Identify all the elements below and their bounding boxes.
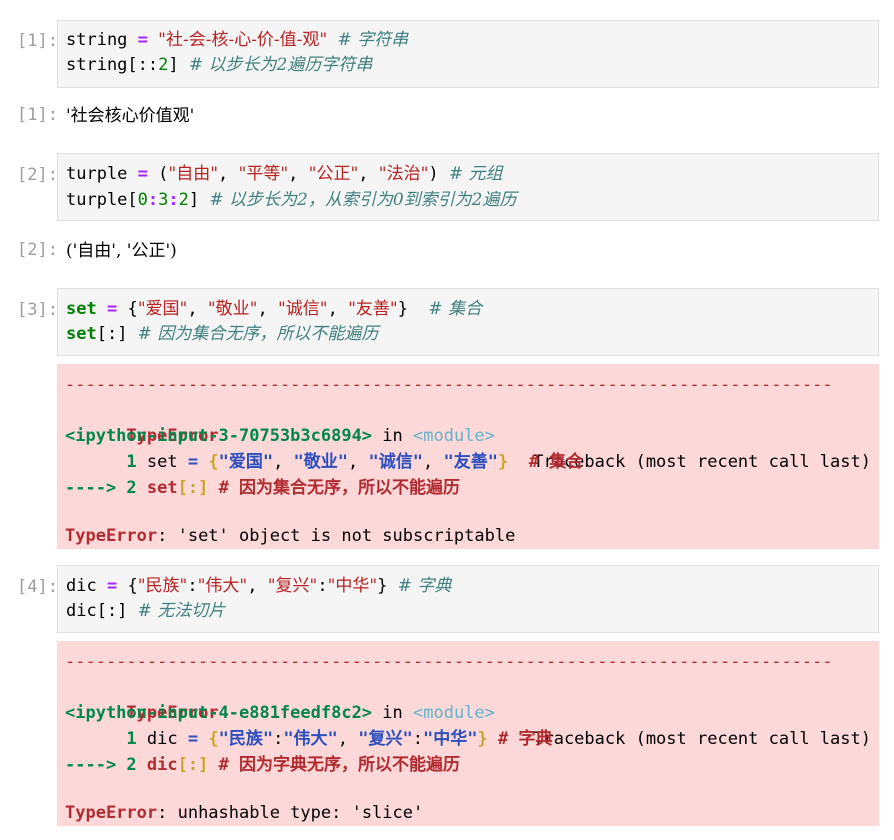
traceback-divider: ----------------------------------------…	[65, 652, 833, 672]
cell-output: '社会核心价值观'	[66, 106, 195, 126]
traceback-line-2: ----> 2 set[:] # 因为集合无序，所以不能遍历	[65, 478, 461, 498]
error-message: TypeError: unhashable type: 'slice'	[65, 803, 424, 823]
traceback-line-1: 1 dic = {"民族":"伟大", "复兴":"中华"} # 字典	[65, 729, 553, 749]
code-line-1: string = "社-会-核-心-价-值-观" # 字符串	[66, 30, 409, 50]
code-input[interactable]: turple = ("自由", "平等", "公正", "法治") # 元组 t…	[57, 153, 879, 221]
code-line-2: set[:] # 因为集合无序，所以不能遍历	[66, 324, 379, 344]
error-output: ----------------------------------------…	[57, 364, 879, 549]
traceback-location: <ipython-input-3-70753b3c6894> in <modul…	[65, 426, 495, 446]
traceback-location: <ipython-input-4-e881feedf8c2> in <modul…	[65, 703, 495, 723]
input-prompt: [3]:	[17, 300, 58, 320]
traceback-divider: ----------------------------------------…	[65, 375, 833, 395]
code-line-1: dic = {"民族":"伟大", "复兴":"中华"} # 字典	[66, 576, 452, 596]
code-input[interactable]: dic = {"民族":"伟大", "复兴":"中华"} # 字典 dic[:]…	[57, 565, 879, 633]
traceback-label: Traceback (most recent call last)	[533, 452, 871, 472]
cell-output: ('自由', '公正')	[66, 241, 177, 261]
code-line-2: turple[0:3:2] # 以步长为2，从索引为0到索引为2遍历	[66, 190, 517, 210]
code-line-1: turple = ("自由", "平等", "公正", "法治") # 元组	[66, 164, 503, 184]
code-line-2: string[::2] # 以步长为2遍历字符串	[66, 55, 373, 75]
code-line-1: set = {"爱国", "敬业", "诚信", "友善"} # 集合	[66, 299, 483, 319]
code-input[interactable]: string = "社-会-核-心-价-值-观" # 字符串 string[::…	[57, 20, 879, 88]
error-output: ----------------------------------------…	[57, 641, 879, 826]
input-prompt: [2]:	[17, 165, 58, 185]
error-message: TypeError: 'set' object is not subscript…	[65, 526, 516, 546]
input-prompt: [4]:	[17, 577, 58, 597]
input-prompt: [1]:	[17, 31, 58, 51]
traceback-label: Traceback (most recent call last)	[533, 729, 871, 749]
code-line-2: dic[:] # 无法切片	[66, 601, 226, 621]
output-prompt: [2]:	[17, 240, 58, 260]
code-input[interactable]: set = {"爱国", "敬业", "诚信", "友善"} # 集合 set[…	[57, 288, 879, 356]
traceback-line-2: ----> 2 dic[:] # 因为字典无序，所以不能遍历	[65, 755, 461, 775]
traceback-line-1: 1 set = {"爱国", "敬业", "诚信", "友善"} # 集合	[65, 452, 584, 472]
output-prompt: [1]:	[17, 105, 58, 125]
